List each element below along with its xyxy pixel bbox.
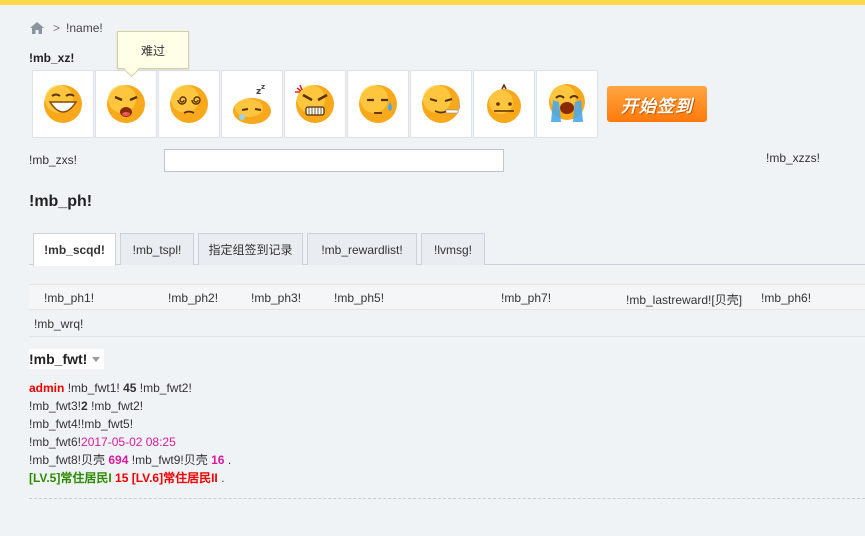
column-header: !mb_ph6! <box>761 291 812 305</box>
owner-stats-title[interactable]: !mb_fwt! <box>29 349 105 369</box>
ranking-title: !mb_ph! <box>29 193 93 210</box>
mood-bored[interactable] <box>473 70 535 138</box>
tab-group-records[interactable]: 指定组签到记录 <box>198 233 303 265</box>
breadcrumb-current[interactable]: !name! <box>66 21 103 35</box>
sleepy-face-icon: z z <box>233 83 271 124</box>
mood-sweat[interactable] <box>347 70 409 138</box>
cry-face-icon <box>549 84 585 122</box>
say-input[interactable] <box>164 149 504 172</box>
stats-text: !mb_fwt8!贝壳 <box>29 453 106 467</box>
home-icon[interactable] <box>29 21 45 35</box>
column-header: !mb_ph5! <box>334 291 385 305</box>
chevron-down-icon <box>92 356 101 362</box>
table-empty-row: !mb_wrq! <box>29 311 865 337</box>
column-header: !mb_ph7! <box>501 291 552 305</box>
mood-selector: z z <box>32 70 599 138</box>
angry-face-icon <box>295 84 334 123</box>
mood-dizzy[interactable] <box>158 70 220 138</box>
empty-message: !mb_wrq! <box>34 317 84 331</box>
say-hint[interactable]: !mb_xzzs! <box>766 151 820 165</box>
tab-lvmsg[interactable]: !lvmsg! <box>421 233 485 265</box>
stats-count: 2 <box>81 399 88 413</box>
mood-angry[interactable] <box>284 70 346 138</box>
dizzy-face-icon <box>170 85 208 123</box>
stats-days: 45 <box>123 381 137 395</box>
owner-stats-label: !mb_fwt! <box>29 351 88 367</box>
smoke-face-icon <box>422 85 461 123</box>
tab-scqd[interactable]: !mb_scqd! <box>33 233 116 266</box>
stats-line: !mb_fwt4!!mb_fwt5! <box>29 415 231 433</box>
stats-text: !mb_fwt9!贝壳 <box>131 453 208 467</box>
stats-line: !mb_fwt8!贝壳 694 !mb_fwt9!贝壳 16 . <box>29 451 231 469</box>
mood-sleepy[interactable]: z z <box>221 70 283 138</box>
mood-smoke[interactable] <box>410 70 472 138</box>
username[interactable]: admin <box>29 381 64 395</box>
tab-tspl[interactable]: !mb_tspl! <box>120 233 194 265</box>
owner-stats: admin !mb_fwt1! 45 !mb_fwt2! !mb_fwt3!2 … <box>29 379 231 487</box>
stats-last-time: 2017-05-02 08:25 <box>81 435 176 449</box>
sad-face-icon <box>107 85 145 123</box>
stats-line: admin !mb_fwt1! 45 !mb_fwt2! <box>29 379 231 397</box>
level-next: [LV.6]常住居民II <box>131 471 218 485</box>
stats-last-reward: 16 <box>211 453 225 467</box>
mood-grin[interactable] <box>32 70 94 138</box>
start-sign-button[interactable]: 开始签到 <box>607 86 707 122</box>
ranking-table-header: !mb_ph1! !mb_ph2! !mb_ph3! !mb_ph5! !mb_… <box>29 284 865 310</box>
column-header: !mb_ph2! <box>168 291 219 305</box>
stats-text: . <box>227 453 232 467</box>
stats-total-reward: 694 <box>108 453 129 467</box>
stats-text: . <box>221 471 225 485</box>
tab-rewardlist[interactable]: !mb_rewardlist! <box>307 233 417 265</box>
stats-text: !mb_fwt3! <box>29 399 82 413</box>
stats-line: !mb_fwt3!2 !mb_fwt2! <box>29 397 231 415</box>
column-header: !mb_ph1! <box>44 291 95 305</box>
breadcrumb-separator: > <box>53 21 61 35</box>
column-header: !mb_ph3! <box>251 291 302 305</box>
ranking-tabs: !mb_scqd! !mb_tspl! 指定组签到记录 !mb_rewardli… <box>29 233 865 266</box>
sweat-face-icon <box>359 85 397 123</box>
level-days: 15 <box>115 471 129 485</box>
stats-line: !mb_fwt6!2017-05-02 08:25 <box>29 433 231 451</box>
top-accent-bar <box>0 0 865 5</box>
mood-sad[interactable] <box>95 70 157 138</box>
mood-tooltip: 难过 <box>117 31 189 69</box>
stats-line: [LV.5]常住居民I 15 [LV.6]常住居民II . <box>29 469 231 487</box>
divider <box>29 498 865 499</box>
breadcrumb: > !name! <box>29 20 103 36</box>
stats-text: !mb_fwt2! <box>139 381 192 395</box>
say-label: !mb_zxs! <box>29 153 78 167</box>
stats-text: !mb_fwt6! <box>29 435 82 449</box>
stats-text: !mb_fwt1! <box>67 381 120 395</box>
level-current: [LV.5]常住居民I <box>29 471 112 485</box>
grin-face-icon <box>44 85 82 123</box>
column-header: !mb_lastreward![贝壳] <box>626 293 743 307</box>
stats-text: !mb_fwt2! <box>91 399 144 413</box>
stats-text: !mb_fwt4!!mb_fwt5! <box>29 417 134 431</box>
svg-text:z: z <box>261 83 265 91</box>
mood-cry[interactable] <box>536 70 598 138</box>
mood-label: !mb_xz! <box>29 51 75 65</box>
bored-face-icon <box>487 83 521 123</box>
